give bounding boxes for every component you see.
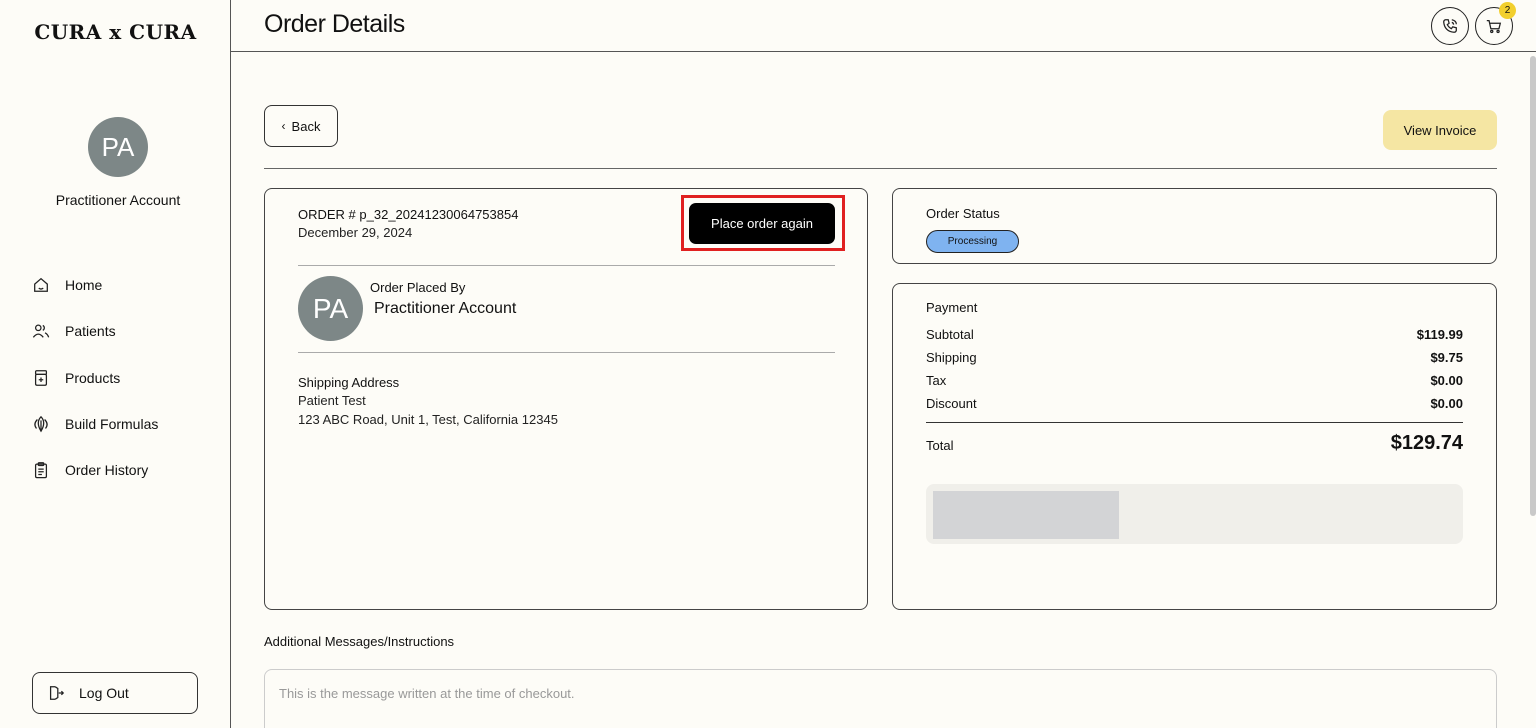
product-icon — [34, 369, 48, 386]
phone-icon — [1443, 19, 1457, 33]
sidebar-item-label: Home — [65, 277, 103, 293]
payment-row-value: $0.00 — [1430, 373, 1463, 388]
placed-by-label: Order Placed By — [370, 280, 466, 295]
account-name: Practitioner Account — [55, 192, 181, 208]
place-order-again-button[interactable]: Place order again — [689, 203, 835, 244]
logout-icon — [49, 686, 65, 700]
home-icon — [34, 277, 48, 292]
sidebar-item-label: Order History — [65, 462, 149, 479]
cart-count-badge: 2 — [1499, 2, 1516, 19]
payment-row-tax: Tax $0.00 — [926, 373, 1463, 388]
sidebar-item-label: Build Formulas — [65, 415, 159, 432]
messages-box: This is the message written at the time … — [264, 669, 1497, 728]
brand-logo[interactable]: CURA x CURA — [0, 20, 231, 44]
payment-row-label: Tax — [926, 373, 947, 388]
messages-text: This is the message written at the time … — [279, 686, 575, 701]
sidebar-item-products[interactable]: Products — [32, 365, 158, 391]
payment-row-value: $119.99 — [1416, 327, 1463, 342]
payment-row-value: $9.75 — [1430, 350, 1463, 365]
shipping-name: Patient Test — [298, 393, 366, 408]
users-icon — [32, 324, 50, 339]
view-invoice-button[interactable]: View Invoice — [1383, 110, 1497, 150]
payment-row-value: $0.00 — [1430, 396, 1463, 411]
divider — [298, 352, 835, 353]
sidebar-item-label: Patients — [65, 323, 116, 340]
page-title: Order Details — [264, 10, 405, 38]
cart-icon — [1486, 19, 1502, 34]
divider — [298, 265, 835, 266]
sidebar-item-home[interactable]: Home — [32, 272, 158, 298]
order-date: December 29, 2024 — [298, 225, 413, 240]
status-badge: Processing — [926, 230, 1019, 253]
cart-button[interactable]: 2 — [1475, 2, 1516, 45]
order-status-label: Order Status — [926, 206, 1000, 221]
sidebar-item-order-history[interactable]: Order History — [32, 457, 158, 483]
total-value: $129.74 — [1390, 432, 1463, 454]
logout-label: Log Out — [79, 685, 129, 701]
avatar: PA — [88, 117, 148, 177]
formula-icon — [34, 415, 48, 433]
top-header: Order Details 2 — [231, 0, 1536, 52]
payment-title: Payment — [926, 300, 978, 315]
back-button[interactable]: ‹ Back — [264, 105, 338, 147]
total-label: Total — [926, 438, 954, 453]
order-card: ORDER # p_32_20241230064753854 December … — [264, 188, 868, 610]
sidebar: CURA x CURA PA Practitioner Account Home… — [0, 0, 231, 728]
order-number: ORDER # p_32_20241230064753854 — [298, 207, 519, 222]
payment-method-box — [926, 484, 1463, 544]
scrollbar[interactable] — [1530, 56, 1536, 516]
payment-row-discount: Discount $0.00 — [926, 396, 1463, 411]
divider — [264, 168, 1497, 169]
sidebar-item-patients[interactable]: Patients — [32, 318, 158, 344]
placed-by-name: Practitioner Account — [374, 300, 517, 317]
shipping-address: 123 ABC Road, Unit 1, Test, California 1… — [298, 412, 558, 427]
sidebar-item-build-formulas[interactable]: Build Formulas — [32, 411, 158, 437]
payment-row-subtotal: Subtotal $119.99 — [926, 327, 1463, 342]
payment-row-shipping: Shipping $9.75 — [926, 350, 1463, 365]
shipping-address-label: Shipping Address — [298, 375, 400, 390]
back-label: Back — [291, 118, 321, 134]
payment-total-row: Total $129.74 — [926, 432, 1463, 455]
divider — [926, 422, 1463, 423]
logout-button[interactable]: Log Out — [32, 672, 198, 714]
clipboard-icon — [34, 462, 48, 479]
chevron-left-icon: ‹ — [281, 119, 286, 133]
messages-label: Additional Messages/Instructions — [264, 634, 455, 649]
payment-method-placeholder — [933, 491, 1119, 539]
order-status-card: Order Status Processing — [892, 188, 1497, 264]
sidebar-nav: Home Patients Products Build Formulas Or… — [32, 272, 158, 503]
payment-row-label: Subtotal — [926, 327, 974, 342]
payment-card: Payment Subtotal $119.99 Shipping $9.75 … — [892, 283, 1497, 610]
phone-button[interactable] — [1431, 7, 1469, 45]
sidebar-item-label: Products — [65, 369, 121, 386]
payment-row-label: Discount — [926, 396, 977, 411]
avatar: PA — [298, 276, 363, 341]
payment-row-label: Shipping — [926, 350, 977, 365]
